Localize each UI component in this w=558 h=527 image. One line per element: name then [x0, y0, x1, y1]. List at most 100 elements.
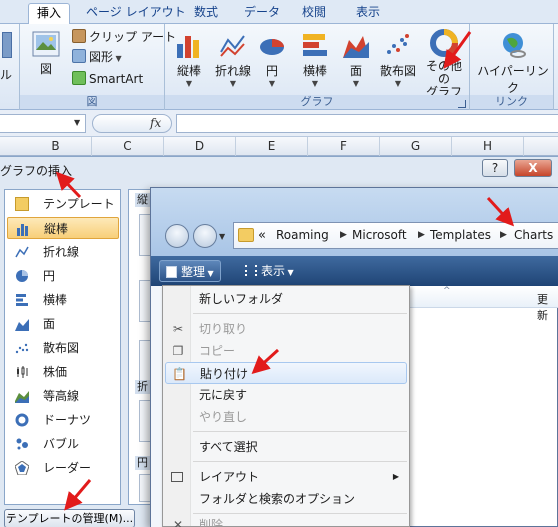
column-header-d[interactable]: D — [164, 137, 236, 156]
forward-button[interactable] — [193, 224, 217, 248]
tab-insert[interactable]: 挿入 — [28, 3, 71, 24]
smartart-button[interactable]: SmartArt — [72, 70, 143, 88]
type-item-bubble[interactable]: バブル — [7, 433, 119, 455]
address-bar[interactable]: « Roaming ▶ Microsoft ▶ Templates ▶ Char… — [233, 222, 558, 249]
menu-item-select-all[interactable]: すべて選択 — [165, 436, 407, 458]
shapes-icon — [72, 49, 86, 63]
back-button[interactable] — [165, 224, 189, 248]
type-label: 円 — [43, 269, 56, 283]
pie-chart-dropdown-icon: ▼ — [268, 79, 276, 88]
menu-item-undo[interactable]: 元に戻す — [165, 384, 407, 406]
type-item-scatter[interactable]: 散布図 — [7, 337, 119, 359]
clip-art-button[interactable]: クリップ アート — [72, 28, 176, 46]
type-item-stock[interactable]: 株価 — [7, 361, 119, 383]
column-header-f[interactable]: F — [308, 137, 380, 156]
area-chart-label: 面 — [349, 64, 362, 78]
menu-item-paste[interactable]: 📋 貼り付け — [165, 362, 407, 384]
type-item-template[interactable]: テンプレート — [7, 193, 119, 215]
menu-item-copy[interactable]: ❐ コピー — [165, 340, 407, 362]
type-item-area[interactable]: 面 — [7, 313, 119, 335]
ribbon-group-links: ハイパーリンク リンク — [470, 24, 554, 110]
views-icon — [245, 265, 257, 276]
type-label: テンプレート — [43, 197, 115, 211]
bar-chart-button[interactable]: 横棒 ▼ — [297, 30, 333, 88]
organize-button[interactable]: 整理 ▼ — [159, 260, 221, 282]
scatter-chart-icon — [15, 343, 29, 354]
picture-label: 図 — [39, 62, 52, 76]
column-header-g[interactable]: G — [380, 137, 452, 156]
views-label: 表示 — [261, 264, 286, 278]
tab-formulas[interactable]: 数式 — [186, 3, 226, 24]
menu-item-delete[interactable]: ✕ 削除 — [165, 518, 407, 527]
menu-item-cut[interactable]: ✂ 切り取り — [165, 318, 407, 340]
breadcrumb-separator-icon[interactable]: ▶ — [418, 223, 425, 248]
column-chart-button[interactable]: 縦棒 ▼ — [171, 30, 207, 88]
radar-chart-icon — [15, 461, 29, 475]
folder-icon — [238, 228, 254, 242]
menu-item-label: 削除 — [199, 518, 224, 527]
area-chart-icon — [343, 36, 369, 58]
line-chart-button[interactable]: 折れ線 ▼ — [211, 30, 255, 88]
menu-item-new-folder[interactable]: 新しいフォルダ — [165, 288, 407, 310]
sort-indicator-icon: ^ — [443, 286, 451, 296]
tab-page-layout[interactable]: ページ レイアウト — [78, 3, 194, 24]
help-button[interactable]: ? — [482, 159, 508, 177]
type-item-line[interactable]: 折れ線 — [7, 241, 119, 263]
menu-item-folder-options[interactable]: フォルダと検索のオプション — [165, 488, 407, 510]
shapes-label: 図形 — [89, 50, 114, 64]
type-item-radar[interactable]: レーダー — [7, 457, 119, 479]
breadcrumb-roaming[interactable]: Roaming — [276, 223, 329, 248]
shapes-button[interactable]: 図形 ▼ — [72, 48, 122, 66]
views-dropdown-icon: ▼ — [285, 268, 294, 277]
column-header-b[interactable]: B — [20, 137, 92, 156]
area-chart-button[interactable]: 面 ▼ — [339, 30, 373, 88]
views-button[interactable]: 表示 ▼ — [239, 260, 300, 282]
menu-separator — [193, 461, 407, 462]
pie-chart-button[interactable]: 円 ▼ — [255, 30, 289, 88]
hyperlink-label: ハイパーリンク — [477, 64, 549, 95]
breadcrumb-separator-icon[interactable]: ▶ — [340, 223, 347, 248]
column-header-c[interactable]: C — [92, 137, 164, 156]
type-item-doughnut[interactable]: ドーナツ — [7, 409, 119, 431]
close-button[interactable]: X — [514, 159, 552, 177]
picture-button[interactable]: 図 — [28, 30, 64, 77]
scatter-chart-button[interactable]: 散布図 ▼ — [377, 30, 419, 88]
tab-review[interactable]: 校閲 — [294, 3, 334, 24]
tab-view[interactable]: 表示 — [348, 3, 388, 24]
column-header-e[interactable]: E — [236, 137, 308, 156]
breadcrumb-charts[interactable]: Charts — [514, 223, 553, 248]
breadcrumb-templates[interactable]: Templates — [430, 223, 491, 248]
smartart-icon — [72, 71, 86, 85]
menu-separator — [193, 431, 407, 432]
menu-item-layout[interactable]: レイアウト ▶ — [165, 466, 407, 488]
type-item-pie[interactable]: 円 — [7, 265, 119, 287]
explorer-title-area: ▼ « Roaming ▶ Microsoft ▶ Templates ▶ Ch… — [151, 188, 558, 256]
submenu-arrow-icon: ▶ — [392, 472, 399, 481]
doughnut-chart-icon — [430, 29, 458, 57]
line-chart-dropdown-icon: ▼ — [229, 79, 237, 88]
type-item-bar[interactable]: 横棒 — [7, 289, 119, 311]
charts-dialog-launcher-icon[interactable] — [458, 100, 466, 108]
breadcrumb-microsoft[interactable]: Microsoft — [352, 223, 407, 248]
shapes-dropdown-icon: ▼ — [113, 54, 122, 63]
name-box-dropdown-icon[interactable]: ▼ — [74, 118, 80, 127]
tab-data[interactable]: データ — [236, 3, 288, 24]
breadcrumb-overflow[interactable]: « — [258, 223, 266, 248]
stock-chart-icon — [17, 366, 28, 378]
clip-art-label: クリップ アート — [89, 30, 177, 44]
manage-templates-button[interactable]: テンプレートの管理(M)... — [4, 509, 135, 527]
menu-item-redo[interactable]: やり直し — [165, 406, 407, 428]
formula-input[interactable] — [176, 114, 558, 133]
column-header-date[interactable]: 更新 — [537, 291, 557, 323]
type-item-column[interactable]: 縦棒 — [7, 217, 119, 239]
hyperlink-button[interactable]: ハイパーリンク — [476, 30, 550, 96]
menu-item-label: 元に戻す — [199, 388, 248, 402]
recent-pages-dropdown-icon[interactable]: ▼ — [219, 232, 225, 241]
clip-art-icon — [72, 29, 86, 43]
type-item-surface[interactable]: 等高線 — [7, 385, 119, 407]
breadcrumb-separator-icon[interactable]: ▶ — [500, 223, 507, 248]
insert-function-button[interactable]: fx — [150, 116, 161, 130]
menu-item-label: フォルダと検索のオプション — [199, 492, 356, 506]
column-header-h[interactable]: H — [452, 137, 524, 156]
other-charts-button[interactable]: その他の グラフ — [421, 28, 467, 99]
